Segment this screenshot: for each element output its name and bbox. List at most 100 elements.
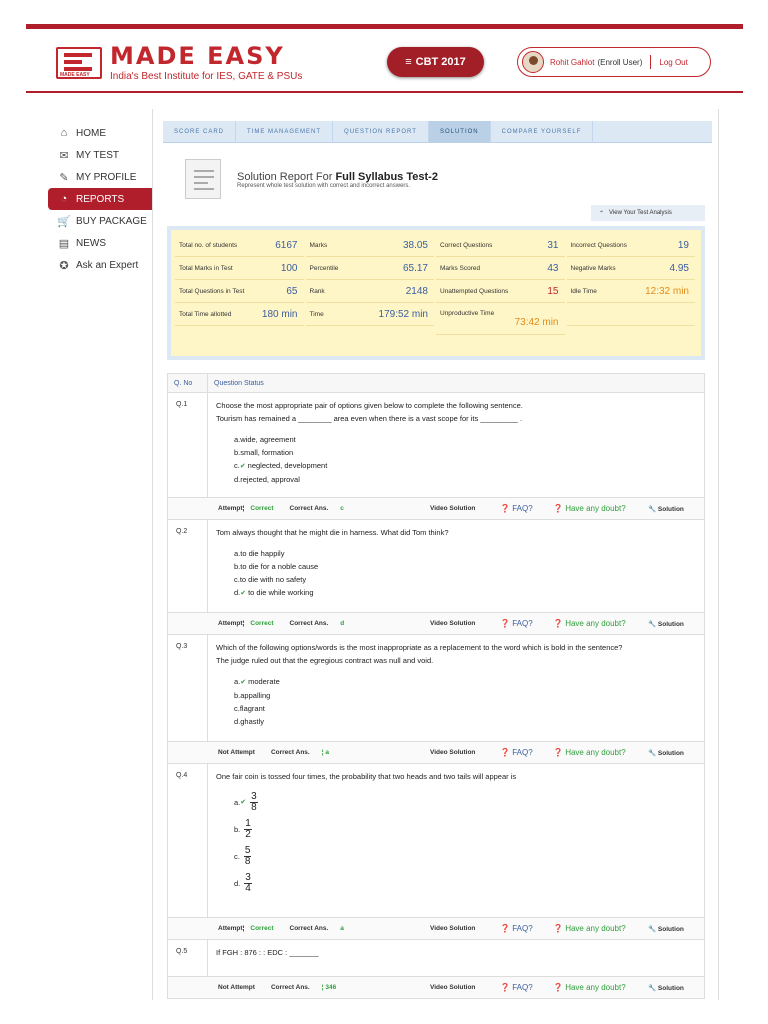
solution-link[interactable]: 🔧 Solution xyxy=(648,925,684,933)
summary-cell: Rank 2148 xyxy=(305,280,434,303)
help-icon: ❓ xyxy=(553,619,566,628)
summary-cell: Incorrect Questions 19 xyxy=(566,234,695,257)
sidebar-item-home[interactable]: ⌂ HOME xyxy=(48,122,152,144)
faq-label: FAQ? xyxy=(512,924,533,933)
question-text: If FGH : 876 : : EDC : _______ xyxy=(208,940,704,976)
faq-label: FAQ? xyxy=(512,983,533,992)
cbt-label: CBT 2017 xyxy=(415,56,466,68)
video-solution-link[interactable]: Video Solution xyxy=(430,505,475,512)
solution-link[interactable]: 🔧 Solution xyxy=(648,620,684,628)
sidebar-item-my-test[interactable]: ✉ MY TEST xyxy=(48,144,152,166)
option[interactable]: b.to die for a noble cause xyxy=(216,560,696,573)
solution-link[interactable]: 🔧 Solution xyxy=(648,984,684,992)
doubt-link[interactable]: ❓ Have any doubt? xyxy=(553,619,626,628)
faq-link[interactable]: ❓ FAQ? xyxy=(500,924,533,933)
view-analysis-button[interactable]: ⌃ View Your Test Analysis xyxy=(591,205,705,221)
correct-answer-value: ¦ 346 xyxy=(321,984,337,991)
correct-answer-label: Correct Ans. xyxy=(289,620,329,627)
check-icon: ✔ xyxy=(239,463,248,470)
faq-link[interactable]: ❓ FAQ? xyxy=(500,619,533,628)
question-body: Q.4 One fair coin is tossed four times, t… xyxy=(168,764,704,917)
summary-row: Total Questions in Test 65 Rank 2148 Unattem… xyxy=(175,280,697,303)
question-block: Q.1 Choose the most appropriate pair of o… xyxy=(167,393,705,520)
profile-icon: ✎ xyxy=(59,171,69,184)
option[interactable]: d. 3 4 xyxy=(216,870,696,897)
doubt-link[interactable]: ❓ Have any doubt? xyxy=(553,983,626,992)
option-prefix: b. xyxy=(234,825,241,834)
made-easy-logo[interactable]: MADE EASY xyxy=(56,47,102,79)
tab-score-card[interactable]: SCORE CARD xyxy=(163,121,237,143)
sidebar-item-label: Ask an Expert xyxy=(76,259,139,271)
correct-answer-label: Correct Ans. xyxy=(289,925,329,932)
doubt-label: Have any doubt? xyxy=(565,983,626,992)
summary-label: Total Questions in Test xyxy=(179,287,245,295)
option[interactable]: a.wide, agreement xyxy=(216,433,696,446)
option[interactable]: a. ✔ 3 8 xyxy=(216,789,696,816)
faq-link[interactable]: ❓ FAQ? xyxy=(500,504,533,513)
report-tabs: SCORE CARD TIME MANAGEMENT QUESTION REPORT… xyxy=(163,121,712,143)
option[interactable]: a.to die happily xyxy=(216,547,696,560)
question-body: Q.1 Choose the most appropriate pair of o… xyxy=(168,393,704,497)
user-role: (Enroll User) xyxy=(597,57,643,67)
question-line: Tourism has remained a ________ area eve… xyxy=(216,414,523,423)
solution-link[interactable]: 🔧 Solution xyxy=(648,505,684,513)
video-solution-link[interactable]: Video Solution xyxy=(430,984,475,991)
question-line: Choose the most appropriate pair of opti… xyxy=(216,401,523,410)
summary-label: Rank xyxy=(309,287,325,295)
option[interactable]: d.✔ to die while working xyxy=(216,586,696,600)
option[interactable]: b. 1 2 xyxy=(216,816,696,843)
question-block: Q.2 Tom always thought that he might die … xyxy=(167,520,705,635)
question-number: Q.1 xyxy=(168,393,208,497)
doubt-link[interactable]: ❓ Have any doubt? xyxy=(553,924,626,933)
summary-value: 43 xyxy=(547,262,559,274)
tab-question-report[interactable]: QUESTION REPORT xyxy=(333,121,429,143)
doubt-link[interactable]: ❓ Have any doubt? xyxy=(553,748,626,757)
logo-text: MADE EASY xyxy=(110,42,285,70)
tab-solution[interactable]: SOLUTION xyxy=(428,121,491,143)
attempt-status: Not Attempt xyxy=(218,749,255,756)
option[interactable]: c. 5 8 xyxy=(216,843,696,870)
summary-cell xyxy=(566,303,695,326)
summary-row: Total Marks in Test 100 Percentile 65.17 Mar… xyxy=(175,257,697,280)
col-qno: Q. No xyxy=(168,374,208,392)
tab-compare-yourself[interactable]: COMPARE YOURSELF xyxy=(491,121,594,143)
summary-value: 65 xyxy=(286,285,298,297)
tab-time-management[interactable]: TIME MANAGEMENT xyxy=(236,121,334,143)
video-solution-link[interactable]: Video Solution xyxy=(430,620,475,627)
sidebar-item-label: NEWS xyxy=(76,237,106,249)
option[interactable]: c.flagrant xyxy=(216,702,696,715)
attempt-status: Attempt xyxy=(218,925,243,932)
sidebar-item-buy-package[interactable]: 🛒 BUY PACKAGE xyxy=(48,210,152,232)
video-solution-link[interactable]: Video Solution xyxy=(430,749,475,756)
question-body: Q.2 Tom always thought that he might die … xyxy=(168,520,704,612)
sidebar-item-ask-an-expert[interactable]: ✪ Ask an Expert xyxy=(48,254,152,276)
summary-cell: Idle Time 12:32 min xyxy=(566,280,695,303)
summary-cell: Total no. of students 6167 xyxy=(175,234,304,257)
user-name[interactable]: Rohit Gahlot xyxy=(550,58,594,67)
faq-link[interactable]: ❓ FAQ? xyxy=(500,748,533,757)
wrench-icon: 🔧 xyxy=(648,925,658,933)
option[interactable]: a.✔ moderate xyxy=(216,675,696,689)
option[interactable]: c.✔ neglected, development xyxy=(216,459,696,473)
option[interactable]: d.ghastly xyxy=(216,715,696,728)
option[interactable]: b.small, formation xyxy=(216,446,696,459)
question-number: Q.3 xyxy=(168,635,208,741)
logout-link[interactable]: Log Out xyxy=(659,58,687,67)
option[interactable]: d.rejected, approval xyxy=(216,473,696,486)
faq-link[interactable]: ❓ FAQ? xyxy=(500,983,533,992)
option[interactable]: b.appalling xyxy=(216,689,696,702)
solution-label: Solution xyxy=(657,505,684,513)
sidebar-item-my-profile[interactable]: ✎ MY PROFILE xyxy=(48,166,152,188)
correct-answer-value: ¦ a xyxy=(321,749,329,756)
help-icon: ❓ xyxy=(500,504,513,513)
doubt-link[interactable]: ❓ Have any doubt? xyxy=(553,504,626,513)
question-line: If FGH : 876 : : EDC : _______ xyxy=(216,948,319,957)
summary-label: Percentile xyxy=(309,264,339,272)
sidebar-item-news[interactable]: ▤ NEWS xyxy=(48,232,152,254)
video-solution-link[interactable]: Video Solution xyxy=(430,925,475,932)
solution-link[interactable]: 🔧 Solution xyxy=(648,749,684,757)
cbt-2017-button[interactable]: ≡ CBT 2017 xyxy=(387,47,484,77)
option[interactable]: c.to die with no safety xyxy=(216,573,696,586)
sidebar-item-reports[interactable]: ◔ REPORTS xyxy=(48,188,152,210)
